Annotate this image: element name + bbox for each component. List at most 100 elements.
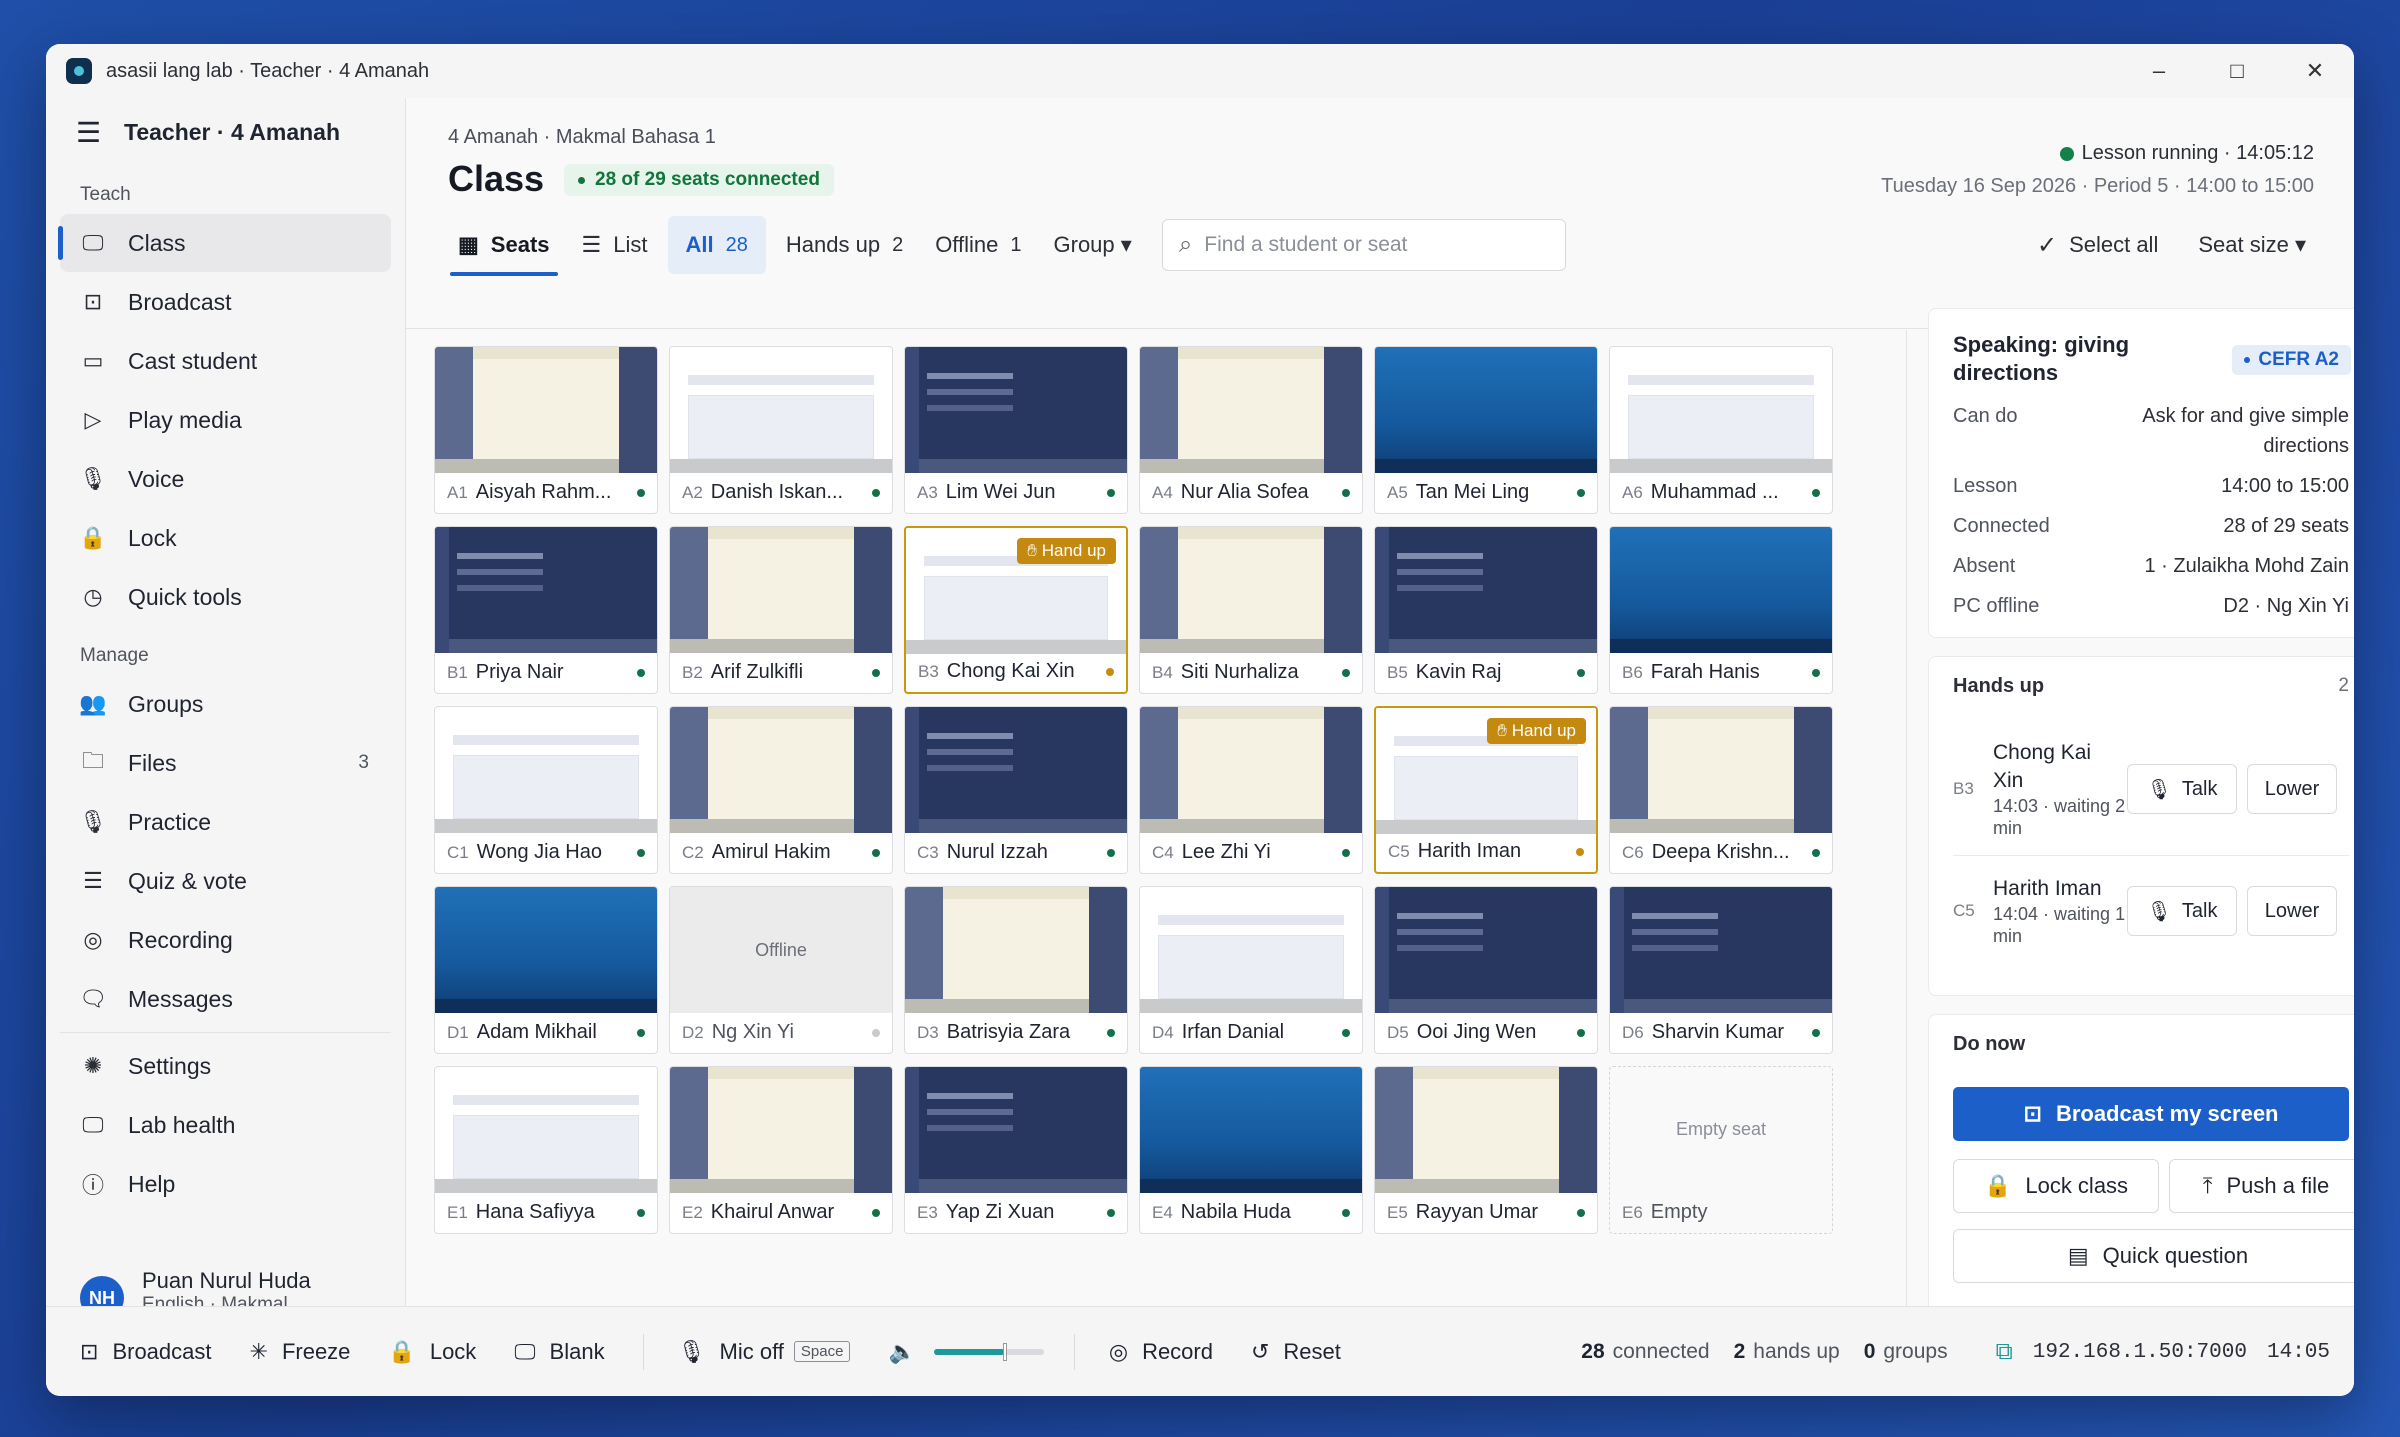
bottom-lock-label: Lock xyxy=(429,1338,477,1364)
close-button[interactable]: ✕ xyxy=(2276,44,2354,98)
seat-tile[interactable]: Offline D2 Ng Xin Yi xyxy=(669,886,893,1054)
seat-tile[interactable]: D4 Irfan Danial xyxy=(1139,886,1363,1054)
quick-question-label: Quick question xyxy=(2102,1243,2249,1268)
freeze-button[interactable]: ✳ Freeze xyxy=(250,1339,351,1365)
volume-handle[interactable] xyxy=(1003,1342,1008,1361)
filter-offline[interactable]: Offline 1 xyxy=(923,216,1033,274)
student-name: Ng Xin Yi xyxy=(711,1021,794,1043)
talk-button[interactable]: 🎙 Talk xyxy=(2127,886,2237,936)
filter-hands-up[interactable]: Hands up 2 xyxy=(774,216,915,274)
maximize-button[interactable]: □ xyxy=(2198,44,2276,98)
seat-tile[interactable]: B2 Arif Zulkifli xyxy=(669,526,893,694)
seat-size-dropdown[interactable]: Seat size ▾ xyxy=(2198,232,2306,258)
seat-tile[interactable]: B5 Kavin Raj xyxy=(1374,526,1598,694)
seat-tile[interactable]: C6 Deepa Krishn... xyxy=(1609,706,1833,874)
sidebar-item-lab-health[interactable]: 🖵 Lab health xyxy=(60,1096,391,1154)
sidebar-item-files[interactable]: 🗀 Files 3 xyxy=(60,734,391,792)
seat-screen-thumbnail xyxy=(905,887,1127,1013)
bottom-lock-button[interactable]: 🔒 Lock xyxy=(388,1339,476,1365)
sidebar-item-play-media[interactable]: ▷ Play media xyxy=(60,391,391,449)
seat-tile[interactable]: B4 Siti Nurhaliza xyxy=(1139,526,1363,694)
speaker-icon[interactable]: 🔈 xyxy=(888,1339,915,1365)
broadcast-screen-button[interactable]: ⊡ Broadcast my screen xyxy=(1953,1087,2349,1141)
sidebar-item-lock[interactable]: 🔒 Lock xyxy=(60,509,391,567)
seat-tile[interactable]: A6 Muhammad ... xyxy=(1609,346,1833,514)
seat-tile[interactable]: A2 Danish Iskan... xyxy=(669,346,893,514)
hand-up-label: Hand up xyxy=(1511,721,1576,740)
student-name: Yap Zi Xuan xyxy=(945,1201,1055,1223)
bottom-broadcast-button[interactable]: ⊡ Broadcast xyxy=(80,1339,212,1365)
student-name: Kavin Raj xyxy=(1415,661,1502,683)
seat-tile[interactable]: A3 Lim Wei Jun xyxy=(904,346,1128,514)
seat-tile[interactable]: E2 Khairul Anwar xyxy=(669,1066,893,1234)
seat-tile[interactable]: ✋︎ Hand up C5 Harith Iman xyxy=(1374,706,1598,874)
seat-tile[interactable]: E3 Yap Zi Xuan xyxy=(904,1066,1128,1234)
search-box: ⌕ xyxy=(1161,219,1566,271)
reset-button[interactable]: ↺ Reset xyxy=(1251,1339,1341,1365)
lower-hand-button[interactable]: Lower xyxy=(2247,886,2337,936)
shortcut-key: Space xyxy=(793,1341,851,1362)
seat-tile[interactable]: B1 Priya Nair xyxy=(434,526,658,694)
sidebar-item-settings[interactable]: ✺ Settings xyxy=(60,1037,391,1095)
seat-tile[interactable]: A1 Aisyah Rahm... xyxy=(434,346,658,514)
sidebar-item-help[interactable]: ⓘ Help xyxy=(60,1155,391,1213)
seat-tile[interactable]: C3 Nurul Izzah xyxy=(904,706,1128,874)
page-title: Class xyxy=(448,158,545,199)
detail-value: 1 · Zulaikha Mohd Zain xyxy=(2144,555,2349,577)
push-file-button[interactable]: ⤒ Push a file xyxy=(2169,1159,2354,1213)
sidebar-item-broadcast[interactable]: ⊡ Broadcast xyxy=(60,273,391,331)
sidebar-item-cast-student[interactable]: ▭ Cast student xyxy=(60,332,391,390)
sidebar-item-quick-tools[interactable]: ◷ Quick tools xyxy=(60,568,391,626)
seat-id: A6 xyxy=(1622,482,1643,502)
seat-tile[interactable]: A4 Nur Alia Sofea xyxy=(1139,346,1363,514)
volume-slider[interactable] xyxy=(933,1342,1044,1361)
select-all-button[interactable]: ✓ Select all xyxy=(2037,231,2158,260)
search-input[interactable] xyxy=(1204,233,1545,257)
seat-tile[interactable]: C4 Lee Zhi Yi xyxy=(1139,706,1363,874)
seat-label: D6 Sharvin Kumar xyxy=(1622,1021,1820,1044)
blank-button[interactable]: 🖵 Blank xyxy=(514,1339,604,1365)
tab-seats[interactable]: ▦ Seats xyxy=(446,216,562,276)
group-dropdown[interactable]: Group ▾ xyxy=(1042,216,1144,274)
mic-toggle-button[interactable]: 🎙 Mic off Space xyxy=(678,1339,851,1365)
seat-tile[interactable]: ✋︎ Hand up B3 Chong Kai Xin xyxy=(904,526,1128,694)
student-name: Nabila Huda xyxy=(1180,1201,1291,1223)
seat-tile[interactable]: D1 Adam Mikhail xyxy=(434,886,658,1054)
menu-icon[interactable]: ☰ xyxy=(76,116,104,149)
seat-tile[interactable]: C2 Amirul Hakim xyxy=(669,706,893,874)
sidebar-item-recording[interactable]: ◎ Recording xyxy=(60,911,391,969)
sidebar-item-class[interactable]: 🖵 Class xyxy=(58,214,391,272)
lock-class-button[interactable]: 🔒 Lock class xyxy=(1953,1159,2159,1213)
student-name: Ooi Jing Wen xyxy=(1416,1021,1537,1043)
seat-tile[interactable]: E5 Rayyan Umar xyxy=(1374,1066,1598,1234)
student-name: Tan Mei Ling xyxy=(1415,481,1530,503)
seat-tile[interactable]: B6 Farah Hanis xyxy=(1609,526,1833,694)
seat-tile[interactable]: Empty seat E6 Empty xyxy=(1609,1066,1833,1234)
seat-tile[interactable]: E1 Hana Safiyya xyxy=(434,1066,658,1234)
seat-tile[interactable]: D5 Ooi Jing Wen xyxy=(1374,886,1598,1054)
seat-status-dot xyxy=(1342,1028,1350,1037)
seat-tile[interactable]: D6 Sharvin Kumar xyxy=(1609,886,1833,1054)
seat-tile[interactable]: E4 Nabila Huda xyxy=(1139,1066,1363,1234)
lesson-status: Lesson running · 14:05:12 Tuesday 16 Sep… xyxy=(1881,142,2314,198)
sidebar-item-messages[interactable]: 🗨 Messages xyxy=(60,970,391,1028)
seat-tile[interactable]: C1 Wong Jia Hao xyxy=(434,706,658,874)
seat-tile[interactable]: A5 Tan Mei Ling xyxy=(1374,346,1598,514)
seat-screen-thumbnail xyxy=(670,527,892,653)
sidebar-item-groups[interactable]: 👥 Groups xyxy=(60,675,391,733)
seat-label: B2 Arif Zulkifli xyxy=(682,661,880,684)
sidebar-item-quiz[interactable]: ☰ Quiz & vote xyxy=(60,852,391,910)
lower-hand-button[interactable]: Lower xyxy=(2247,764,2337,814)
quick-question-button[interactable]: ▤ Quick question xyxy=(1953,1229,2354,1283)
tab-seats-label: Seats xyxy=(490,232,550,257)
sidebar-item-practice[interactable]: 🎙 Practice xyxy=(60,793,391,851)
play-icon: ▷ xyxy=(84,407,102,432)
record-button[interactable]: ◎ Record xyxy=(1109,1339,1213,1365)
minimize-button[interactable]: – xyxy=(2120,44,2198,98)
tab-list[interactable]: ☰ List xyxy=(570,216,660,274)
sidebar-item-voice[interactable]: 🎙 Voice xyxy=(60,450,391,508)
filter-all[interactable]: All 28 xyxy=(667,216,766,274)
seat-tile[interactable]: D3 Batrisyia Zara xyxy=(904,886,1128,1054)
status-dot-icon xyxy=(2059,146,2074,161)
talk-button[interactable]: 🎙 Talk xyxy=(2127,764,2237,814)
